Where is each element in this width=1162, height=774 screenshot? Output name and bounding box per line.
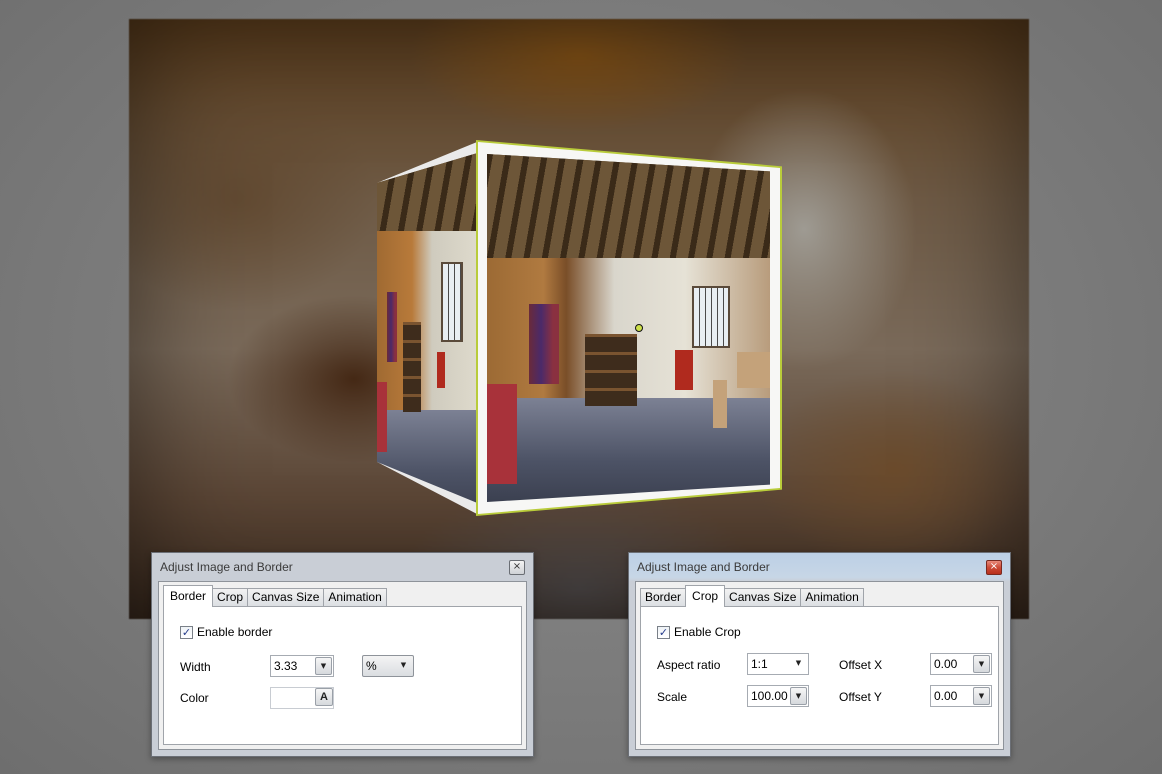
width-label: Width <box>180 660 211 674</box>
border-tab-body: ✓ Enable border Width 3.33 ▼ % ▼ Color A <box>163 606 522 745</box>
adjust-dialog-crop: Adjust Image and Border × Border Crop Ca… <box>628 552 1011 757</box>
color-picker-button[interactable]: A <box>315 688 333 706</box>
chevron-down-icon[interactable]: ▼ <box>973 655 990 673</box>
enable-crop-label: Enable Crop <box>674 625 741 639</box>
chevron-down-icon[interactable]: ▼ <box>790 655 807 673</box>
unit-select[interactable]: % ▼ <box>362 655 414 677</box>
tab-strip: Border Crop Canvas Size Animation <box>640 585 864 607</box>
tab-canvas-size[interactable]: Canvas Size <box>247 588 325 606</box>
cube-left-photo <box>377 153 477 503</box>
chevron-down-icon[interactable]: ▼ <box>973 687 990 705</box>
scale-label: Scale <box>657 690 688 704</box>
crop-tab-body: ✓ Enable Crop Aspect ratio 1:1 ▼ Offset … <box>640 606 999 745</box>
tab-strip: Border Crop Canvas Size Animation <box>163 585 387 607</box>
tab-canvas-size[interactable]: Canvas Size <box>724 588 802 606</box>
aspect-ratio-label: Aspect ratio <box>657 658 721 672</box>
enable-border-label: Enable border <box>197 625 273 639</box>
cube-front-photo <box>487 154 770 502</box>
scale-value: 100.00 <box>751 689 788 703</box>
close-icon[interactable]: × <box>509 559 525 575</box>
color-label: Color <box>180 691 209 705</box>
canvas-stage: Adjust Image and Border × Border Crop Ca… <box>0 0 1162 774</box>
aspect-ratio-value: 1:1 <box>751 657 768 671</box>
tab-animation[interactable]: Animation <box>800 588 864 606</box>
unit-value: % <box>366 659 377 673</box>
adjust-dialog-border: Adjust Image and Border × Border Crop Ca… <box>151 552 534 757</box>
chevron-down-icon[interactable]: ▼ <box>315 657 332 675</box>
tab-border[interactable]: Border <box>640 588 687 606</box>
dialog-title: Adjust Image and Border <box>637 560 770 574</box>
width-value: 3.33 <box>274 659 298 673</box>
cube-left-face[interactable] <box>377 142 477 514</box>
dialog-titlebar[interactable]: Adjust Image and Border × <box>158 557 527 577</box>
dialog-title: Adjust Image and Border <box>160 560 293 574</box>
scale-combo[interactable]: 100.00 ▼ <box>747 685 809 707</box>
tab-animation[interactable]: Animation <box>323 588 387 606</box>
offset-x-value: 0.00 <box>934 657 958 671</box>
tab-crop[interactable]: Crop <box>685 585 726 607</box>
offset-y-combo[interactable]: 0.00 ▼ <box>930 685 992 707</box>
aspect-ratio-select[interactable]: 1:1 ▼ <box>747 653 809 675</box>
close-icon[interactable]: × <box>986 559 1002 575</box>
offset-y-value: 0.00 <box>934 689 958 703</box>
cube-front-face[interactable] <box>476 140 782 516</box>
offset-y-label: Offset Y <box>839 690 882 704</box>
enable-border-checkbox[interactable]: ✓ <box>180 625 193 639</box>
tab-crop[interactable]: Crop <box>212 588 249 606</box>
width-combo[interactable]: 3.33 ▼ <box>270 655 334 677</box>
pivot-handle-icon[interactable] <box>635 324 643 332</box>
offset-x-combo[interactable]: 0.00 ▼ <box>930 653 992 675</box>
offset-x-label: Offset X <box>839 658 883 672</box>
chevron-down-icon[interactable]: ▼ <box>790 687 807 705</box>
enable-crop-checkbox[interactable]: ✓ <box>657 625 670 639</box>
tab-border[interactable]: Border <box>163 585 214 607</box>
chevron-down-icon: ▼ <box>400 661 407 669</box>
dialog-titlebar[interactable]: Adjust Image and Border × <box>635 557 1004 577</box>
